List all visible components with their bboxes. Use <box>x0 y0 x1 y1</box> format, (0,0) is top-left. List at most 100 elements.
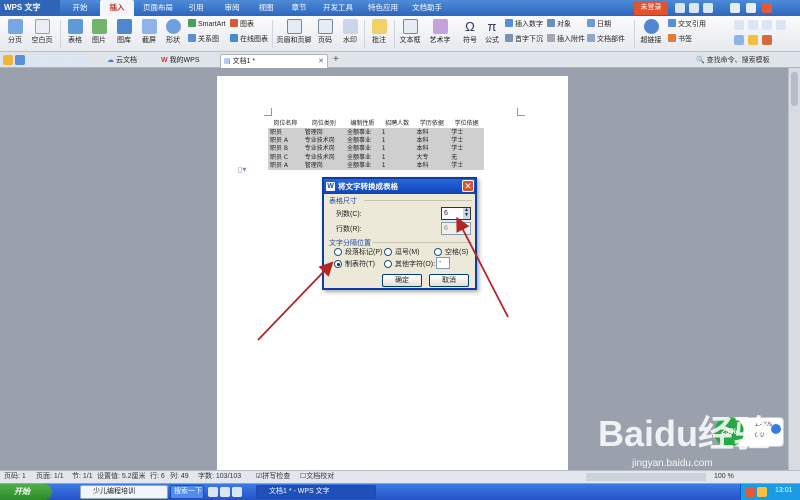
skin-icon[interactable] <box>675 3 685 13</box>
object-button[interactable]: 对象 <box>547 19 571 30</box>
radio-circle[interactable] <box>434 248 442 256</box>
tray-icon[interactable] <box>745 487 755 497</box>
textbox-button[interactable]: 文本框 <box>396 17 424 51</box>
tab-close-icon[interactable]: ✕ <box>318 55 324 69</box>
spell-check-toggle[interactable]: ☑拼写检查 <box>256 471 290 483</box>
gallery-button[interactable]: 图库 <box>113 17 135 51</box>
view-icon[interactable] <box>776 20 786 30</box>
view-icon[interactable] <box>762 20 772 30</box>
view-icon[interactable] <box>734 20 744 30</box>
taskbar-item-search-box[interactable]: 少儿编程培训 <box>80 485 168 499</box>
menu-home[interactable]: 开始 <box>64 0 96 16</box>
watermark-button[interactable]: 水印 <box>338 17 362 51</box>
table-cell: 1 <box>381 162 386 170</box>
view-icon[interactable] <box>734 35 744 45</box>
command-search[interactable]: 🔍 查找命令、搜索模板 <box>696 55 770 65</box>
bookmark-button[interactable]: 书签 <box>668 34 692 45</box>
radio-circle[interactable] <box>384 260 392 268</box>
doc-parts-button[interactable]: 文档部件 <box>587 34 625 45</box>
screenshot-button[interactable]: 截屏 <box>138 17 160 51</box>
gallery-icon <box>116 19 132 34</box>
menu-section[interactable]: 章节 <box>284 0 314 16</box>
tab-my-wps[interactable]: W 我的WPS <box>158 54 203 68</box>
status-word-count[interactable]: 字数: 103/103 <box>198 471 241 483</box>
relation-chart-button[interactable]: 关系图 <box>188 34 219 45</box>
format-painter-icon[interactable] <box>51 55 61 65</box>
quicklaunch-icon[interactable] <box>208 487 218 497</box>
page-break-button[interactable]: 分页 <box>4 17 26 51</box>
radio-circle[interactable] <box>384 248 392 256</box>
menu-review[interactable]: 审阅 <box>216 0 248 16</box>
date-button[interactable]: 日期 <box>587 19 611 30</box>
table-header-cell: 招聘人数 <box>385 120 410 128</box>
quicklaunch-icon[interactable] <box>232 487 242 497</box>
columns-input[interactable]: 6 ▲ ▼ <box>441 207 471 220</box>
zoom-level[interactable]: 100 % <box>714 471 734 483</box>
chart-button[interactable]: 图表 <box>230 19 254 30</box>
preview-icon[interactable] <box>39 55 49 65</box>
doc-proofread-toggle[interactable]: ☐文档校对 <box>300 471 334 483</box>
wordart-button[interactable]: 艺术字 <box>426 17 454 51</box>
redo-icon[interactable] <box>75 55 85 65</box>
paragraph-handle-icon[interactable]: ▯▾ <box>238 165 246 174</box>
tab-document[interactable]: ▤ 文档1 * ✕ <box>220 54 328 68</box>
close-icon[interactable] <box>762 3 772 13</box>
radio-circle[interactable] <box>334 248 342 256</box>
taskbar-search-button[interactable]: 搜索一下 <box>170 485 204 499</box>
attachment-button[interactable]: 插入附件 <box>547 34 585 45</box>
menu-view[interactable]: 视图 <box>250 0 282 16</box>
formula-button[interactable]: π 公式 <box>482 17 502 51</box>
other-char-input[interactable]: - <box>436 257 450 269</box>
new-tab-icon[interactable]: + <box>333 54 339 65</box>
quicklaunch-icon[interactable] <box>220 487 230 497</box>
ok-button[interactable]: 确定 <box>382 274 422 287</box>
menu-special[interactable]: 特色应用 <box>362 0 404 16</box>
page-number-button[interactable]: 页码 <box>314 17 336 51</box>
picture-button[interactable]: 图片 <box>88 17 110 51</box>
hyperlink-button[interactable]: 超链接 <box>638 17 664 51</box>
menu-references[interactable]: 引用 <box>180 0 212 16</box>
insert-number-button[interactable]: 插入数字 <box>505 19 543 30</box>
cancel-button[interactable]: 取消 <box>429 274 469 287</box>
menu-page-layout[interactable]: 页面布局 <box>138 0 178 16</box>
start-button[interactable]: 开始 <box>0 484 52 500</box>
help-icon[interactable] <box>689 3 699 13</box>
tray-icon[interactable] <box>757 487 767 497</box>
view-icon[interactable] <box>748 35 758 45</box>
menu-developer[interactable]: 开发工具 <box>318 0 358 16</box>
comment-button[interactable]: 批注 <box>368 17 390 51</box>
maximize-icon[interactable] <box>746 3 756 13</box>
blank-page-button[interactable]: 空白页 <box>28 17 56 51</box>
shape-button[interactable]: 形状 <box>162 17 184 51</box>
zoom-slider[interactable] <box>586 473 706 481</box>
table-button[interactable]: 表格 <box>64 17 86 51</box>
boost-icon[interactable] <box>771 424 781 434</box>
login-button[interactable]: 未登录 <box>634 1 668 15</box>
minimize-icon[interactable] <box>730 3 740 13</box>
tab-cloud-docs[interactable]: ☁ 云文档 <box>104 54 140 68</box>
save-icon[interactable] <box>15 55 25 65</box>
view-icon[interactable] <box>762 35 772 45</box>
drop-cap-button[interactable]: 首字下沉 <box>505 34 543 45</box>
settings-icon[interactable] <box>703 3 713 13</box>
menu-assistant[interactable]: 文档助手 <box>406 0 448 16</box>
scroll-thumb[interactable] <box>791 72 798 106</box>
crossref-button[interactable]: 交叉引用 <box>668 19 706 30</box>
print-icon[interactable] <box>27 55 37 65</box>
dialog-title-bar[interactable]: W 将文字转换成表格 <box>324 179 475 194</box>
view-icon[interactable] <box>748 20 758 30</box>
dialog-close-button[interactable]: ✕ <box>462 180 474 192</box>
app-menu-button[interactable]: WPS 文字 <box>0 0 60 16</box>
spinner-arrows-icon[interactable]: ▲ ▼ <box>463 208 470 219</box>
smartart-button[interactable]: SmartArt <box>188 19 226 30</box>
document-table[interactable]: 岗位名称 岗位类别 编制性质 招聘人数 学历依据 学位依据 职员 管理岗 全额事… <box>268 120 484 171</box>
radio-circle-selected[interactable] <box>334 260 342 268</box>
menu-insert[interactable]: 插入 <box>100 0 134 16</box>
taskbar-item-wps[interactable]: 文档1 * - WPS 文字 <box>256 485 376 499</box>
symbol-button[interactable]: Ω 符号 <box>460 17 480 51</box>
online-chart-button[interactable]: 在线图表 <box>230 34 268 45</box>
vertical-scrollbar[interactable] <box>788 68 800 470</box>
undo-icon[interactable] <box>63 55 73 65</box>
open-icon[interactable] <box>3 55 13 65</box>
header-footer-button[interactable]: 页眉和页脚 <box>276 17 312 51</box>
